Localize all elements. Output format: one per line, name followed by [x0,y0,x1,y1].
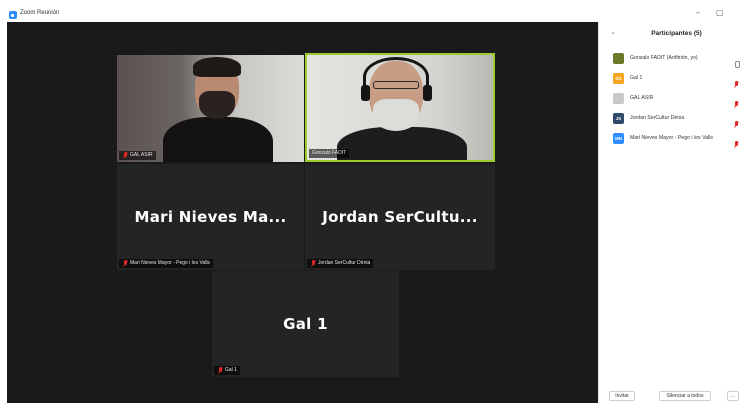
participant-body [337,127,467,160]
participant-item[interactable]: GAL ASIR [599,88,742,108]
mute-all-button[interactable]: Silenciar a todos [659,391,711,401]
mic-muted-icon [217,367,223,374]
tile-name-label: Gal 1 [214,366,240,375]
participant-item[interactable]: JS Jordan SerCultur Dénia [599,108,742,128]
zoom-logo-icon [9,11,17,19]
tile-name-text: Gonzalo FADIT [312,150,347,156]
tile-name-label: Mari Nieves Mayor - Pego i les Valls [119,259,213,268]
avatar [613,92,624,104]
video-tile-gal-1[interactable]: Gal 1 Gal 1 [212,271,399,377]
headset-icon [363,57,429,97]
tile-name-label: Gonzalo FADIT [309,149,350,158]
mic-muted-icon [310,260,316,267]
headset-earpiece-left [361,85,370,101]
tile-name-label: Jordan SerCultur Dénia [307,259,374,268]
invite-button[interactable]: Invitar [609,391,635,401]
participant-hair [193,57,241,77]
tile-name-text: Gal 1 [225,367,237,373]
more-button[interactable]: ... [727,391,739,401]
avatar: JS [613,112,624,124]
mic-muted-icon [122,260,128,267]
tile-big-name: Gal 1 [283,315,328,333]
participant-name: Mari Nieves Mayor - Pego i les Valls [630,135,713,141]
participant-item[interactable]: Gonzalo FADIT (Anfitrión, yo) [599,48,742,68]
participant-name: GAL ASIR [630,95,654,101]
zoom-window: Zoom Reunión – ▢ GAL ASIR Gonzalo FADIT … [0,0,742,403]
participant-name: Jordan SerCultur Dénia [630,115,685,121]
video-tile-jordan[interactable]: Jordan SerCultu... Jordan SerCultur Déni… [305,164,495,270]
video-tile-gonzalo-fadit[interactable]: Gonzalo FADIT [305,53,495,162]
minimize-button[interactable]: – [696,8,700,17]
participant-name: Gal 1 [630,75,643,81]
tile-name-text: GAL ASIR [130,152,153,158]
participant-name: Gonzalo FADIT (Anfitrión, yo) [630,55,698,61]
participant-body [163,117,273,162]
mic-muted-icon[interactable] [733,135,739,153]
participants-footer: Invitar Silenciar a todos ... [599,389,742,403]
tile-big-name: Jordan SerCultu... [322,208,478,226]
tile-big-name: Mari Nieves Ma... [134,208,287,226]
participant-item[interactable]: MN Mari Nieves Mayor - Pego i les Valls [599,128,742,148]
maximize-button[interactable]: ▢ [716,8,724,17]
avatar: G1 [613,72,624,84]
window-title: Zoom Reunión [20,10,60,16]
participant-beard [199,91,235,119]
participants-panel: ⌄ Participantes (5) Gonzalo FADIT (Anfit… [598,22,742,403]
tile-name-label: GAL ASIR [119,151,156,160]
tile-name-text: Mari Nieves Mayor - Pego i les Valls [130,260,210,266]
participant-beard [373,99,419,131]
title-bar: Zoom Reunión – ▢ [0,0,742,22]
mic-muted-icon [122,152,128,159]
avatar [613,52,624,64]
participant-list: Gonzalo FADIT (Anfitrión, yo) G1 Gal 1 G… [599,48,742,148]
headset-earpiece-right [423,85,432,101]
video-tile-gal-asir[interactable]: GAL ASIR [117,55,304,162]
participant-item[interactable]: G1 Gal 1 [599,68,742,88]
video-tile-mari-nieves[interactable]: Mari Nieves Ma... Mari Nieves Mayor - Pe… [117,164,304,270]
participants-title: Participantes (5) [651,30,702,37]
avatar: MN [613,132,624,144]
tile-name-text: Jordan SerCultur Dénia [318,260,371,266]
